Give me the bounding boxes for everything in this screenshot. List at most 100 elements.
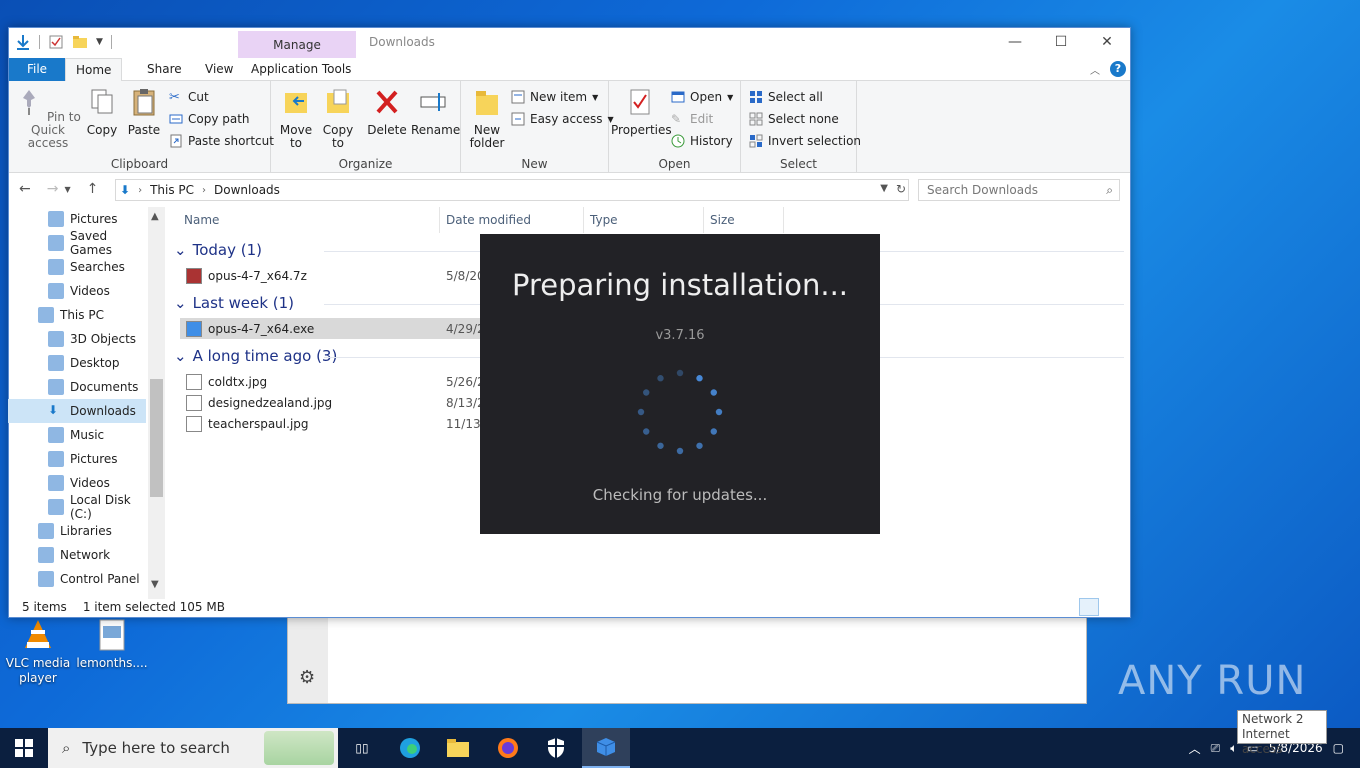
new-item-button[interactable]: New item ▼ bbox=[511, 87, 598, 107]
column-name[interactable]: Name bbox=[168, 207, 440, 233]
open-button[interactable]: Open ▼ bbox=[671, 87, 733, 107]
properties-qa-icon[interactable] bbox=[48, 34, 64, 50]
chevron-down-icon: ▼ bbox=[727, 92, 734, 102]
tab-manage[interactable]: Manage bbox=[238, 31, 356, 58]
task-view-button[interactable]: ▯▯ bbox=[338, 728, 386, 768]
start-button[interactable] bbox=[0, 728, 48, 768]
minimize-button[interactable]: — bbox=[992, 28, 1038, 56]
column-type[interactable]: Type bbox=[584, 207, 704, 233]
collapse-ribbon-icon[interactable]: ︿ bbox=[1090, 62, 1100, 77]
notifications-icon[interactable]: ▢ bbox=[1333, 741, 1344, 755]
scroll-up-icon[interactable]: ▲ bbox=[151, 211, 159, 222]
sidebar-item[interactable]: ⬇ Downloads bbox=[8, 399, 146, 423]
paste-shortcut-button[interactable]: Paste shortcut bbox=[169, 131, 274, 151]
tab-share[interactable]: Share bbox=[137, 58, 192, 81]
sidebar-item[interactable]: Control Panel bbox=[8, 567, 146, 591]
maximize-button[interactable]: ☐ bbox=[1038, 28, 1084, 56]
new-folder-qa-icon[interactable] bbox=[72, 34, 88, 50]
recent-locations-icon[interactable]: ▼ bbox=[64, 181, 70, 199]
sidebar-item[interactable]: Network bbox=[8, 543, 146, 567]
gear-icon[interactable]: ⚙ bbox=[299, 667, 315, 688]
properties-button[interactable]: Properties bbox=[611, 87, 672, 137]
new-folder-button[interactable]: New folder bbox=[467, 87, 507, 150]
easy-access-button[interactable]: Easy access ▼ bbox=[511, 109, 614, 129]
chevron-up-icon[interactable]: ︿ bbox=[1189, 740, 1201, 757]
select-none-button[interactable]: Select none bbox=[749, 109, 839, 129]
taskbar-search[interactable]: ⌕ Type here to search bbox=[48, 728, 338, 768]
scroll-thumb[interactable] bbox=[150, 379, 163, 497]
rename-button[interactable]: Rename bbox=[411, 87, 460, 137]
group-new: New folder New item ▼ Easy access ▼ New bbox=[461, 81, 614, 173]
move-to-button[interactable]: Move to bbox=[279, 87, 313, 150]
desktop-icon-lemonths[interactable]: lemonths.... bbox=[74, 618, 150, 671]
address-bar[interactable]: ⬇ › This PC › Downloads ▼ ↻ bbox=[115, 179, 909, 201]
delete-button[interactable]: Delete bbox=[367, 87, 407, 137]
sidebar-item[interactable]: Documents bbox=[8, 375, 146, 399]
image-file-icon bbox=[186, 373, 202, 390]
network-icon[interactable]: ⎚ bbox=[1211, 741, 1221, 756]
sidebar-item[interactable]: Videos bbox=[8, 471, 146, 495]
archive-icon bbox=[186, 267, 202, 284]
copy-path-button[interactable]: Copy path bbox=[169, 109, 250, 129]
refresh-icon[interactable]: ↻ bbox=[896, 182, 906, 196]
sidebar-item[interactable]: 3D Objects bbox=[8, 327, 146, 351]
copy-to-button[interactable]: Copy to bbox=[321, 87, 355, 150]
sidebar-item[interactable]: Local Disk (C:) bbox=[8, 493, 146, 521]
loading-spinner-icon bbox=[637, 369, 723, 455]
scroll-down-icon[interactable]: ▼ bbox=[151, 579, 159, 590]
group-header[interactable]: ⌄ Today (1) bbox=[174, 241, 1124, 259]
select-all-button[interactable]: Select all bbox=[749, 87, 823, 107]
navigation-buttons: ← → ▼ ↑ bbox=[19, 181, 98, 199]
help-icon[interactable]: ? bbox=[1110, 61, 1126, 77]
new-item-icon bbox=[511, 90, 525, 104]
chevron-down-icon[interactable]: ▼ bbox=[880, 183, 888, 194]
sidebar-item[interactable]: Videos bbox=[8, 279, 146, 303]
sidebar-item-label: Videos bbox=[70, 476, 110, 490]
pin-quick-access-button[interactable]: Pin to Quick access bbox=[13, 87, 83, 150]
security-button[interactable] bbox=[532, 728, 580, 768]
cut-control[interactable]: ✂ Cut bbox=[169, 87, 209, 107]
tab-home[interactable]: Home bbox=[65, 58, 123, 82]
title-bar: ▼ Manage Downloads — ☐ ✕ bbox=[9, 28, 1130, 58]
sidebar-item[interactable]: Pictures bbox=[8, 207, 146, 231]
saved-games-icon bbox=[48, 235, 64, 251]
close-button[interactable]: ✕ bbox=[1084, 28, 1130, 56]
sidebar-item[interactable]: This PC bbox=[8, 303, 146, 327]
sidebar-item[interactable]: Music bbox=[8, 423, 146, 447]
search-input[interactable]: Search Downloads ⌕ bbox=[918, 179, 1120, 201]
history-button[interactable]: History bbox=[671, 131, 733, 151]
invert-selection-button[interactable]: Invert selection bbox=[749, 131, 861, 151]
tab-application-tools[interactable]: Application Tools bbox=[241, 58, 361, 81]
back-arrow-icon[interactable]: ← bbox=[19, 181, 31, 199]
group-header[interactable]: ⌄ Last week (1) bbox=[174, 294, 1124, 312]
forward-arrow-icon[interactable]: → bbox=[47, 181, 59, 199]
large-icons-view-button[interactable] bbox=[1103, 598, 1123, 616]
searches-icon bbox=[48, 259, 64, 275]
file-explorer-taskbar-button[interactable] bbox=[434, 728, 482, 768]
up-arrow-icon[interactable]: ↑ bbox=[87, 181, 99, 199]
sidebar-item[interactable]: Libraries bbox=[8, 519, 146, 543]
group-header[interactable]: ⌄ A long time ago (3) bbox=[174, 347, 1124, 365]
column-date-modified[interactable]: Date modified bbox=[440, 207, 584, 233]
desktop-icon-vlc[interactable]: VLC media player bbox=[0, 618, 76, 686]
sidebar-item-label: Libraries bbox=[60, 524, 112, 538]
sidebar-item[interactable]: Pictures bbox=[8, 447, 146, 471]
details-view-button[interactable] bbox=[1079, 598, 1099, 616]
installer-taskbar-button[interactable] bbox=[582, 728, 630, 768]
tab-file[interactable]: File bbox=[9, 58, 65, 81]
breadcrumb-this-pc[interactable]: This PC bbox=[150, 183, 194, 197]
column-size[interactable]: Size bbox=[704, 207, 784, 233]
tab-view[interactable]: View bbox=[195, 58, 243, 81]
nav-scrollbar[interactable]: ▲ ▼ bbox=[148, 207, 165, 599]
chevron-down-icon[interactable]: ▼ bbox=[96, 37, 103, 47]
edge-button[interactable] bbox=[386, 728, 434, 768]
sidebar-item[interactable]: Searches bbox=[8, 255, 146, 279]
edit-button[interactable]: ✎ Edit bbox=[671, 109, 713, 129]
firefox-button[interactable] bbox=[484, 728, 532, 768]
breadcrumb-downloads[interactable]: Downloads bbox=[214, 183, 280, 197]
desktop-icon bbox=[48, 355, 64, 371]
paste-button[interactable]: Paste bbox=[125, 87, 163, 137]
sidebar-item[interactable]: Desktop bbox=[8, 351, 146, 375]
sidebar-item[interactable]: Saved Games bbox=[8, 229, 146, 257]
copy-button[interactable]: Copy bbox=[85, 87, 119, 137]
